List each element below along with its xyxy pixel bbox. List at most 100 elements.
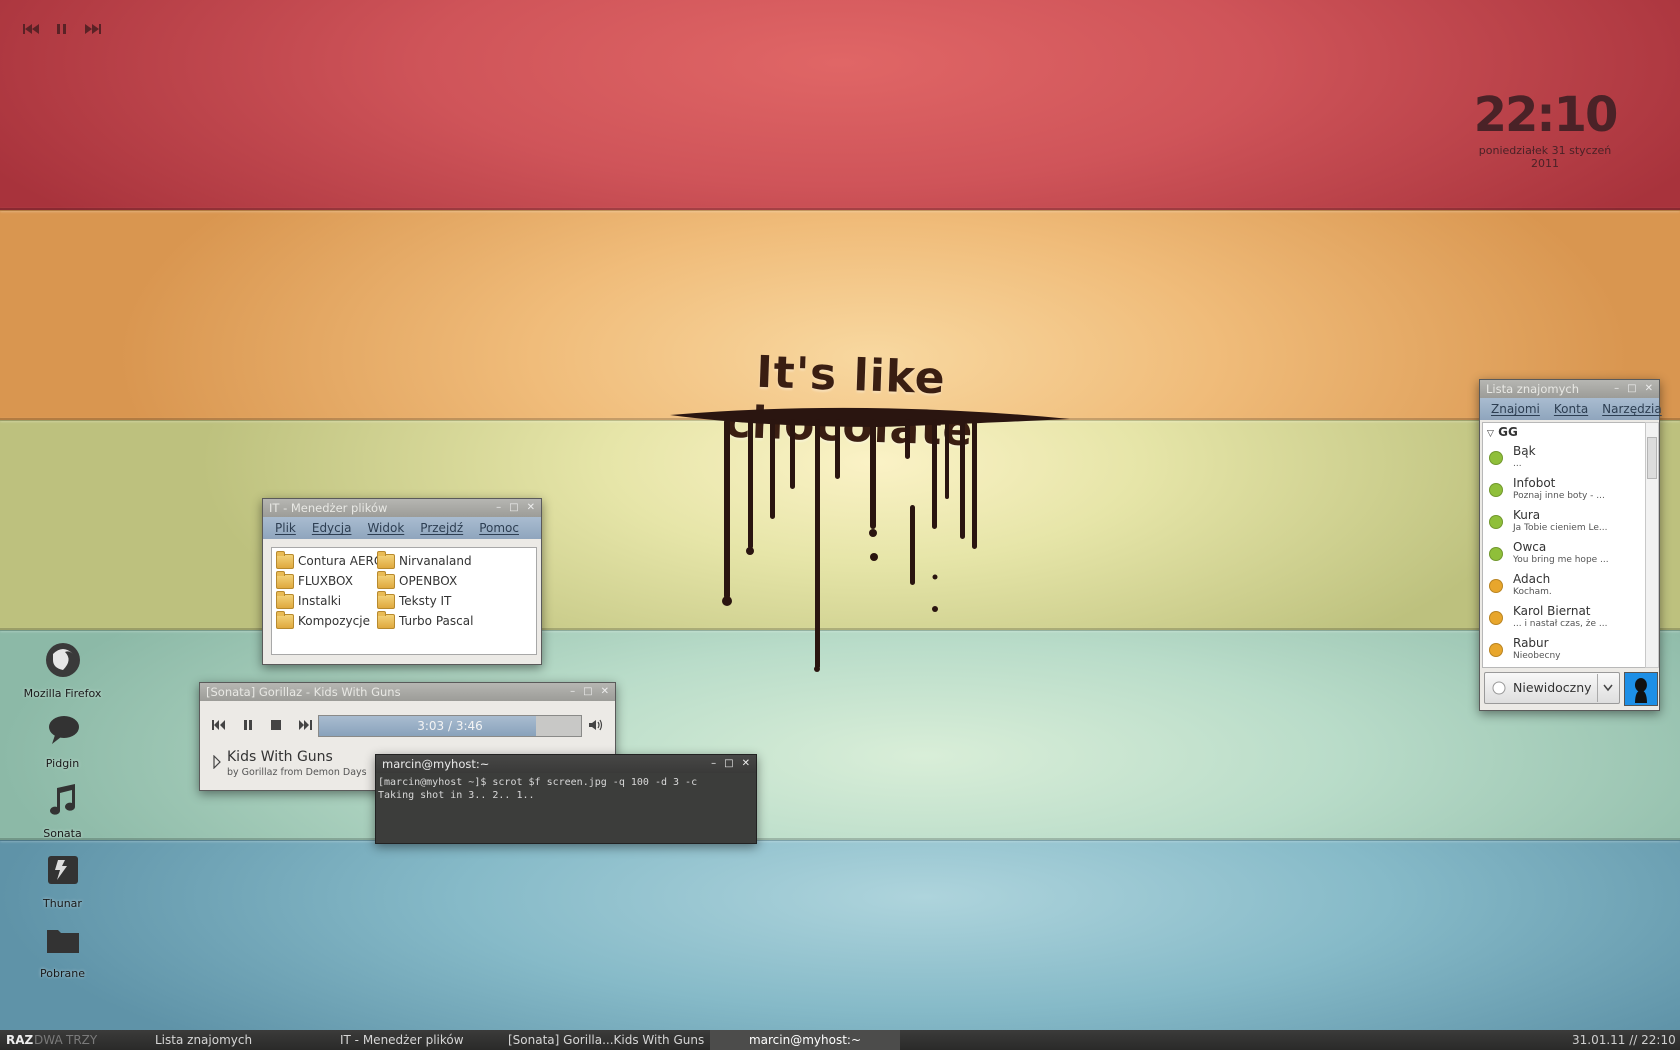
terminal-output[interactable]: [marcin@myhost ~]$ scrot $f screen.jpg -… (376, 773, 756, 805)
folder-icon (46, 930, 79, 953)
previous-icon[interactable] (212, 719, 226, 731)
contact-item[interactable]: Owca You bring me hope ... (1483, 537, 1643, 569)
thunar-icon (47, 856, 78, 884)
progress-bar[interactable]: 3:03 / 3:46 (318, 715, 582, 737)
desktop-icon-thunar[interactable]: Thunar (10, 850, 115, 910)
stop-icon[interactable] (270, 719, 282, 731)
menu-widok[interactable]: Widok (367, 521, 404, 535)
contact-description: Kocham. (1513, 587, 1552, 597)
desktop-icon-label: Mozilla Firefox (23, 687, 102, 700)
taskbar: RAZ DWA TRZY Lista znajomych IT - Menedż… (0, 1030, 1680, 1050)
task-terminal[interactable]: marcin@myhost:~ (710, 1030, 900, 1050)
close-icon[interactable]: ✕ (601, 683, 609, 701)
menu-konta[interactable]: Konta (1554, 402, 1588, 416)
contact-name: Karol Biernat (1513, 604, 1591, 618)
menubar: Plik Edycja Widok Przejdź Pomoc (263, 517, 541, 539)
close-icon[interactable]: ✕ (1645, 380, 1653, 398)
window-titlebar[interactable]: Lista znajomych – □ ✕ (1480, 380, 1659, 398)
contact-item[interactable]: Rabur Nieobecny (1483, 633, 1643, 665)
folder-item[interactable]: Teksty IT (377, 590, 451, 611)
task-sonata[interactable]: [Sonata] Gorilla...Kids With Guns (508, 1030, 704, 1050)
menu-narzedzia[interactable]: Narzędzia (1602, 402, 1662, 416)
next-icon[interactable] (298, 719, 312, 731)
maximize-icon[interactable]: □ (509, 499, 518, 517)
contact-name: Adach (1513, 572, 1551, 586)
folder-icon (276, 610, 294, 629)
task-file-manager[interactable]: IT - Menedżer plików (340, 1030, 490, 1050)
desktop-clock: 22:10 poniedziałek 31 styczeń 2011 (1470, 88, 1620, 170)
task-contact-list[interactable]: Lista znajomych (155, 1030, 305, 1050)
folder-label: Instalki (298, 594, 342, 608)
menu-znajomi[interactable]: Znajomi (1491, 402, 1540, 416)
minimize-icon[interactable]: – (496, 499, 501, 517)
contact-list-window: Lista znajomych – □ ✕ Znajomi Konta Narz… (1479, 379, 1662, 711)
workspace-raz[interactable]: RAZ (6, 1030, 33, 1050)
close-icon[interactable]: ✕ (527, 499, 535, 517)
desktop-icon-sonata[interactable]: Sonata (10, 780, 115, 840)
minimize-icon[interactable]: – (1614, 380, 1619, 398)
window-titlebar[interactable]: marcin@myhost:~ – □ ✕ (376, 755, 756, 773)
contact-item[interactable]: Kura Ja Tobie cieniem Le... (1483, 505, 1643, 537)
desktop-icon-pidgin[interactable]: Pidgin (10, 710, 115, 770)
desktop-icon-label: Pidgin (45, 757, 80, 770)
workspace-dwa[interactable]: DWA (34, 1030, 63, 1050)
contact-name: Bąk (1513, 444, 1536, 458)
status-selector[interactable]: Niewidoczny (1484, 672, 1620, 704)
taskbar-clock: 31.01.11 // 22:10 (1572, 1033, 1676, 1047)
terminal-line: [marcin@myhost ~]$ scrot $f screen.jpg -… (378, 777, 698, 788)
desktop-icon-label: Sonata (43, 827, 82, 840)
folder-icon (377, 590, 395, 609)
folder-item[interactable]: Kompozycje (276, 610, 370, 631)
folder-item[interactable]: Turbo Pascal (377, 610, 473, 631)
menu-edycja[interactable]: Edycja (312, 521, 352, 535)
minimize-icon[interactable]: – (570, 683, 575, 701)
progress-time: 3:03 / 3:46 (417, 719, 483, 733)
menu-pomoc[interactable]: Pomoc (479, 521, 519, 535)
folder-icon (377, 570, 395, 589)
next-icon[interactable] (84, 22, 102, 36)
status-away-icon (1489, 611, 1503, 625)
wallpaper-band-blue (0, 840, 1680, 1030)
desktop-icon-pobrane[interactable]: Pobrane (10, 920, 115, 980)
folder-item[interactable]: Instalki (276, 590, 342, 611)
contact-item[interactable]: Karol Biernat... i nastał czas, że ... (1483, 601, 1643, 633)
firefox-icon (45, 643, 80, 677)
folder-item[interactable]: FLUXBOX (276, 570, 353, 591)
folder-item[interactable]: OPENBOX (377, 570, 458, 591)
volume-icon[interactable] (588, 719, 604, 731)
folder-label: OPENBOX (399, 574, 458, 588)
contact-description: You bring me hope ... (1513, 555, 1609, 565)
maximize-icon[interactable]: □ (583, 683, 592, 701)
minimize-icon[interactable]: – (711, 755, 716, 773)
folder-item[interactable]: Contura AERO (276, 550, 383, 571)
contact-item[interactable]: Adach Kocham. (1483, 569, 1643, 601)
contact-list-scrollbar[interactable] (1645, 422, 1659, 668)
previous-icon[interactable] (22, 22, 40, 36)
menu-przejdz[interactable]: Przejdź (420, 521, 463, 535)
divider (1597, 674, 1598, 702)
menu-plik[interactable]: Plik (275, 521, 296, 535)
avatar[interactable] (1624, 672, 1658, 706)
group-header[interactable]: ▽ GG (1487, 425, 1518, 439)
status-invisible-icon (1492, 681, 1506, 695)
pause-icon[interactable] (54, 22, 70, 36)
expand-triangle-icon[interactable] (212, 755, 222, 769)
desktop-icon-firefox[interactable]: Mozilla Firefox (10, 640, 115, 700)
contact-item[interactable]: Infobot Poznaj inne boty - ... (1483, 473, 1643, 505)
close-icon[interactable]: ✕ (742, 755, 750, 773)
folder-item[interactable]: Nirvanaland (377, 550, 472, 571)
pause-icon[interactable] (242, 719, 254, 731)
maximize-icon[interactable]: □ (724, 755, 733, 773)
menubar: Znajomi Konta Narzędzia (1480, 398, 1662, 420)
folder-icon (276, 550, 294, 569)
window-titlebar[interactable]: IT - Menedżer plików – □ ✕ (263, 499, 541, 517)
workspace-trzy[interactable]: TRZY (66, 1030, 97, 1050)
chocolate-drips-graphic (670, 407, 1070, 672)
contact-item[interactable]: Bąk... (1483, 441, 1643, 473)
desktop-media-controls (22, 22, 102, 36)
scrollbar-thumb[interactable] (1647, 437, 1657, 479)
status-available-icon (1489, 451, 1503, 465)
maximize-icon[interactable]: □ (1627, 380, 1636, 398)
window-titlebar[interactable]: [Sonata] Gorillaz - Kids With Guns – □ ✕ (200, 683, 615, 701)
window-title: Lista znajomych (1486, 382, 1580, 396)
